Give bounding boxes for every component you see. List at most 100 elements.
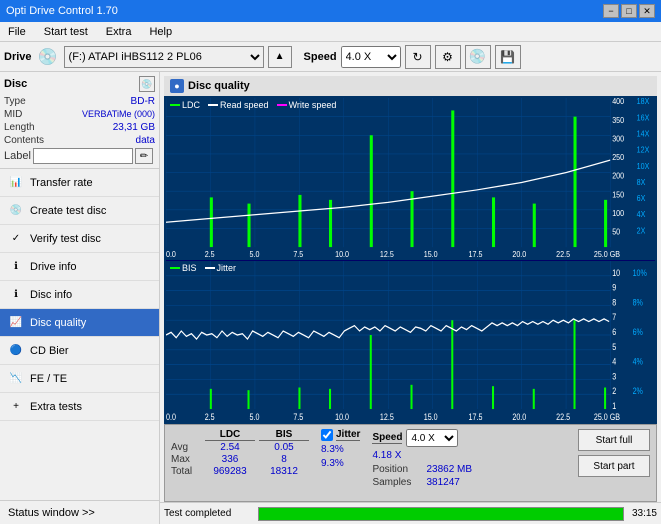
stats-avg-ldc: 2.54 [205,442,255,453]
speed-stat-label: Speed [372,432,402,444]
menu-help[interactable]: Help [145,24,176,40]
disc-mid-row: MID VERBATiMe (000) [4,109,155,120]
create-test-disc-icon: 💿 [8,203,24,219]
samples-label: Samples [372,477,422,488]
titlebar-controls: − □ ✕ [603,4,655,18]
save-button[interactable]: 💾 [495,45,521,69]
disc-contents-row: Contents data [4,135,155,146]
speed-stat-select[interactable]: 4.0 X [406,429,458,447]
sidebar-item-extra-tests[interactable]: + Extra tests [0,393,159,421]
svg-text:1: 1 [612,400,616,411]
maximize-button[interactable]: □ [621,4,637,18]
sidebar-item-fe-te[interactable]: 📉 FE / TE [0,365,159,393]
jitter-checkbox[interactable] [321,429,333,441]
disc-header: Disc 💿 [4,76,155,92]
svg-text:350: 350 [612,115,624,125]
svg-text:10.0: 10.0 [335,410,349,421]
avg-speed-row: 4.18 X [372,450,472,461]
start-full-button[interactable]: Start full [578,429,650,451]
dq-header-icon: ● [170,79,184,93]
sidebar-item-drive-info[interactable]: ℹ Drive info [0,253,159,281]
svg-text:400: 400 [612,98,624,106]
time-text: 33:15 [632,508,657,519]
top-chart-legend: LDC Read speed Write speed [170,100,336,110]
svg-text:6X: 6X [637,193,646,203]
svg-text:10: 10 [612,266,620,277]
jitter-legend-color [205,267,215,269]
app-title: Opti Drive Control 1.70 [6,5,118,17]
sidebar-item-create-test-disc[interactable]: 💿 Create test disc [0,197,159,225]
sidebar-label-transfer-rate: Transfer rate [30,177,93,189]
read-legend-color [208,104,218,106]
refresh-button[interactable]: ↻ [405,45,431,69]
label-edit-button[interactable]: ✏ [135,148,153,164]
svg-text:20.0: 20.0 [512,410,526,421]
disc-label-input[interactable] [33,148,133,164]
svg-text:8%: 8% [633,296,644,307]
sidebar-label-create-test-disc: Create test disc [30,205,106,217]
stats-table: LDC BIS Avg 2.54 0.05 Max 336 8 Total 96… [171,429,309,477]
svg-text:0.0: 0.0 [166,410,176,421]
speed-section: Speed 4.0 X 4.18 X Position 23862 MB [372,429,472,488]
svg-text:12.5: 12.5 [380,249,394,259]
action-buttons: Start full Start part [578,429,650,477]
minimize-button[interactable]: − [603,4,619,18]
disc-contents-value: data [136,135,155,146]
svg-text:22.5: 22.5 [556,410,570,421]
menu-extra[interactable]: Extra [102,24,136,40]
options-button[interactable]: ⚙ [435,45,461,69]
titlebar-title: Opti Drive Control 1.70 [6,5,118,17]
stats-max-ldc: 336 [205,454,255,465]
sidebar-item-disc-quality[interactable]: 📈 Disc quality [0,309,159,337]
svg-text:8: 8 [612,296,616,307]
drive-select[interactable]: (F:) ATAPI iHBS112 2 PL06 [64,46,264,68]
titlebar: Opti Drive Control 1.70 − □ ✕ [0,0,661,22]
svg-text:16X: 16X [637,113,650,123]
sidebar-item-transfer-rate[interactable]: 📊 Transfer rate [0,169,159,197]
write-legend-color [277,104,287,106]
samples-row: Samples 381247 [372,477,472,488]
svg-text:17.5: 17.5 [469,410,483,421]
svg-text:2.5: 2.5 [205,249,215,259]
status-window-button[interactable]: Status window >> [0,500,159,524]
sidebar-label-cd-bier: CD Bier [30,345,69,357]
verify-test-disc-icon: ✓ [8,231,24,247]
disc-length-row: Length 23,31 GB [4,122,155,133]
sidebar-label-disc-info: Disc info [30,289,72,301]
disc-button[interactable]: 💿 [465,45,491,69]
eject-button[interactable]: ▲ [268,46,292,68]
stats-bis-header: BIS [259,429,309,441]
menubar: File Start test Extra Help [0,22,661,42]
svg-text:300: 300 [612,134,624,144]
svg-text:0.0: 0.0 [166,249,176,259]
sidebar-item-cd-bier[interactable]: 🔵 CD Bier [0,337,159,365]
speed-select-top[interactable]: 4.0 X [341,46,401,68]
jitter-checkbox-row: Jitter [321,429,360,441]
disc-mid-label: MID [4,109,22,120]
stats-ldc-header: LDC [205,429,255,441]
close-button[interactable]: ✕ [639,4,655,18]
svg-text:50: 50 [612,227,620,237]
svg-text:12X: 12X [637,145,650,155]
dq-panel-title: Disc quality [188,80,250,92]
svg-text:100: 100 [612,208,624,218]
label-row: Label ✏ [4,148,155,164]
sidebar-item-verify-test-disc[interactable]: ✓ Verify test disc [0,225,159,253]
menu-file[interactable]: File [4,24,30,40]
svg-text:6: 6 [612,326,616,337]
sidebar-label-extra-tests: Extra tests [30,401,82,413]
svg-text:7.5: 7.5 [293,249,303,259]
disc-icon[interactable]: 💿 [139,76,155,92]
svg-text:12.5: 12.5 [380,410,394,421]
svg-text:2.5: 2.5 [205,410,215,421]
progress-bar-container [258,507,624,521]
stats-avg-label: Avg [171,442,201,453]
menu-start-test[interactable]: Start test [40,24,92,40]
top-chart-svg: 400 350 300 250 200 150 100 50 18X 16X 1… [166,98,655,260]
start-part-button[interactable]: Start part [578,455,650,477]
svg-text:2%: 2% [633,385,644,396]
status-text: Test completed [164,508,254,519]
sidebar-item-disc-info[interactable]: ℹ Disc info [0,281,159,309]
stats-max-label: Max [171,454,201,465]
speed-header-row: Speed 4.0 X [372,429,472,447]
